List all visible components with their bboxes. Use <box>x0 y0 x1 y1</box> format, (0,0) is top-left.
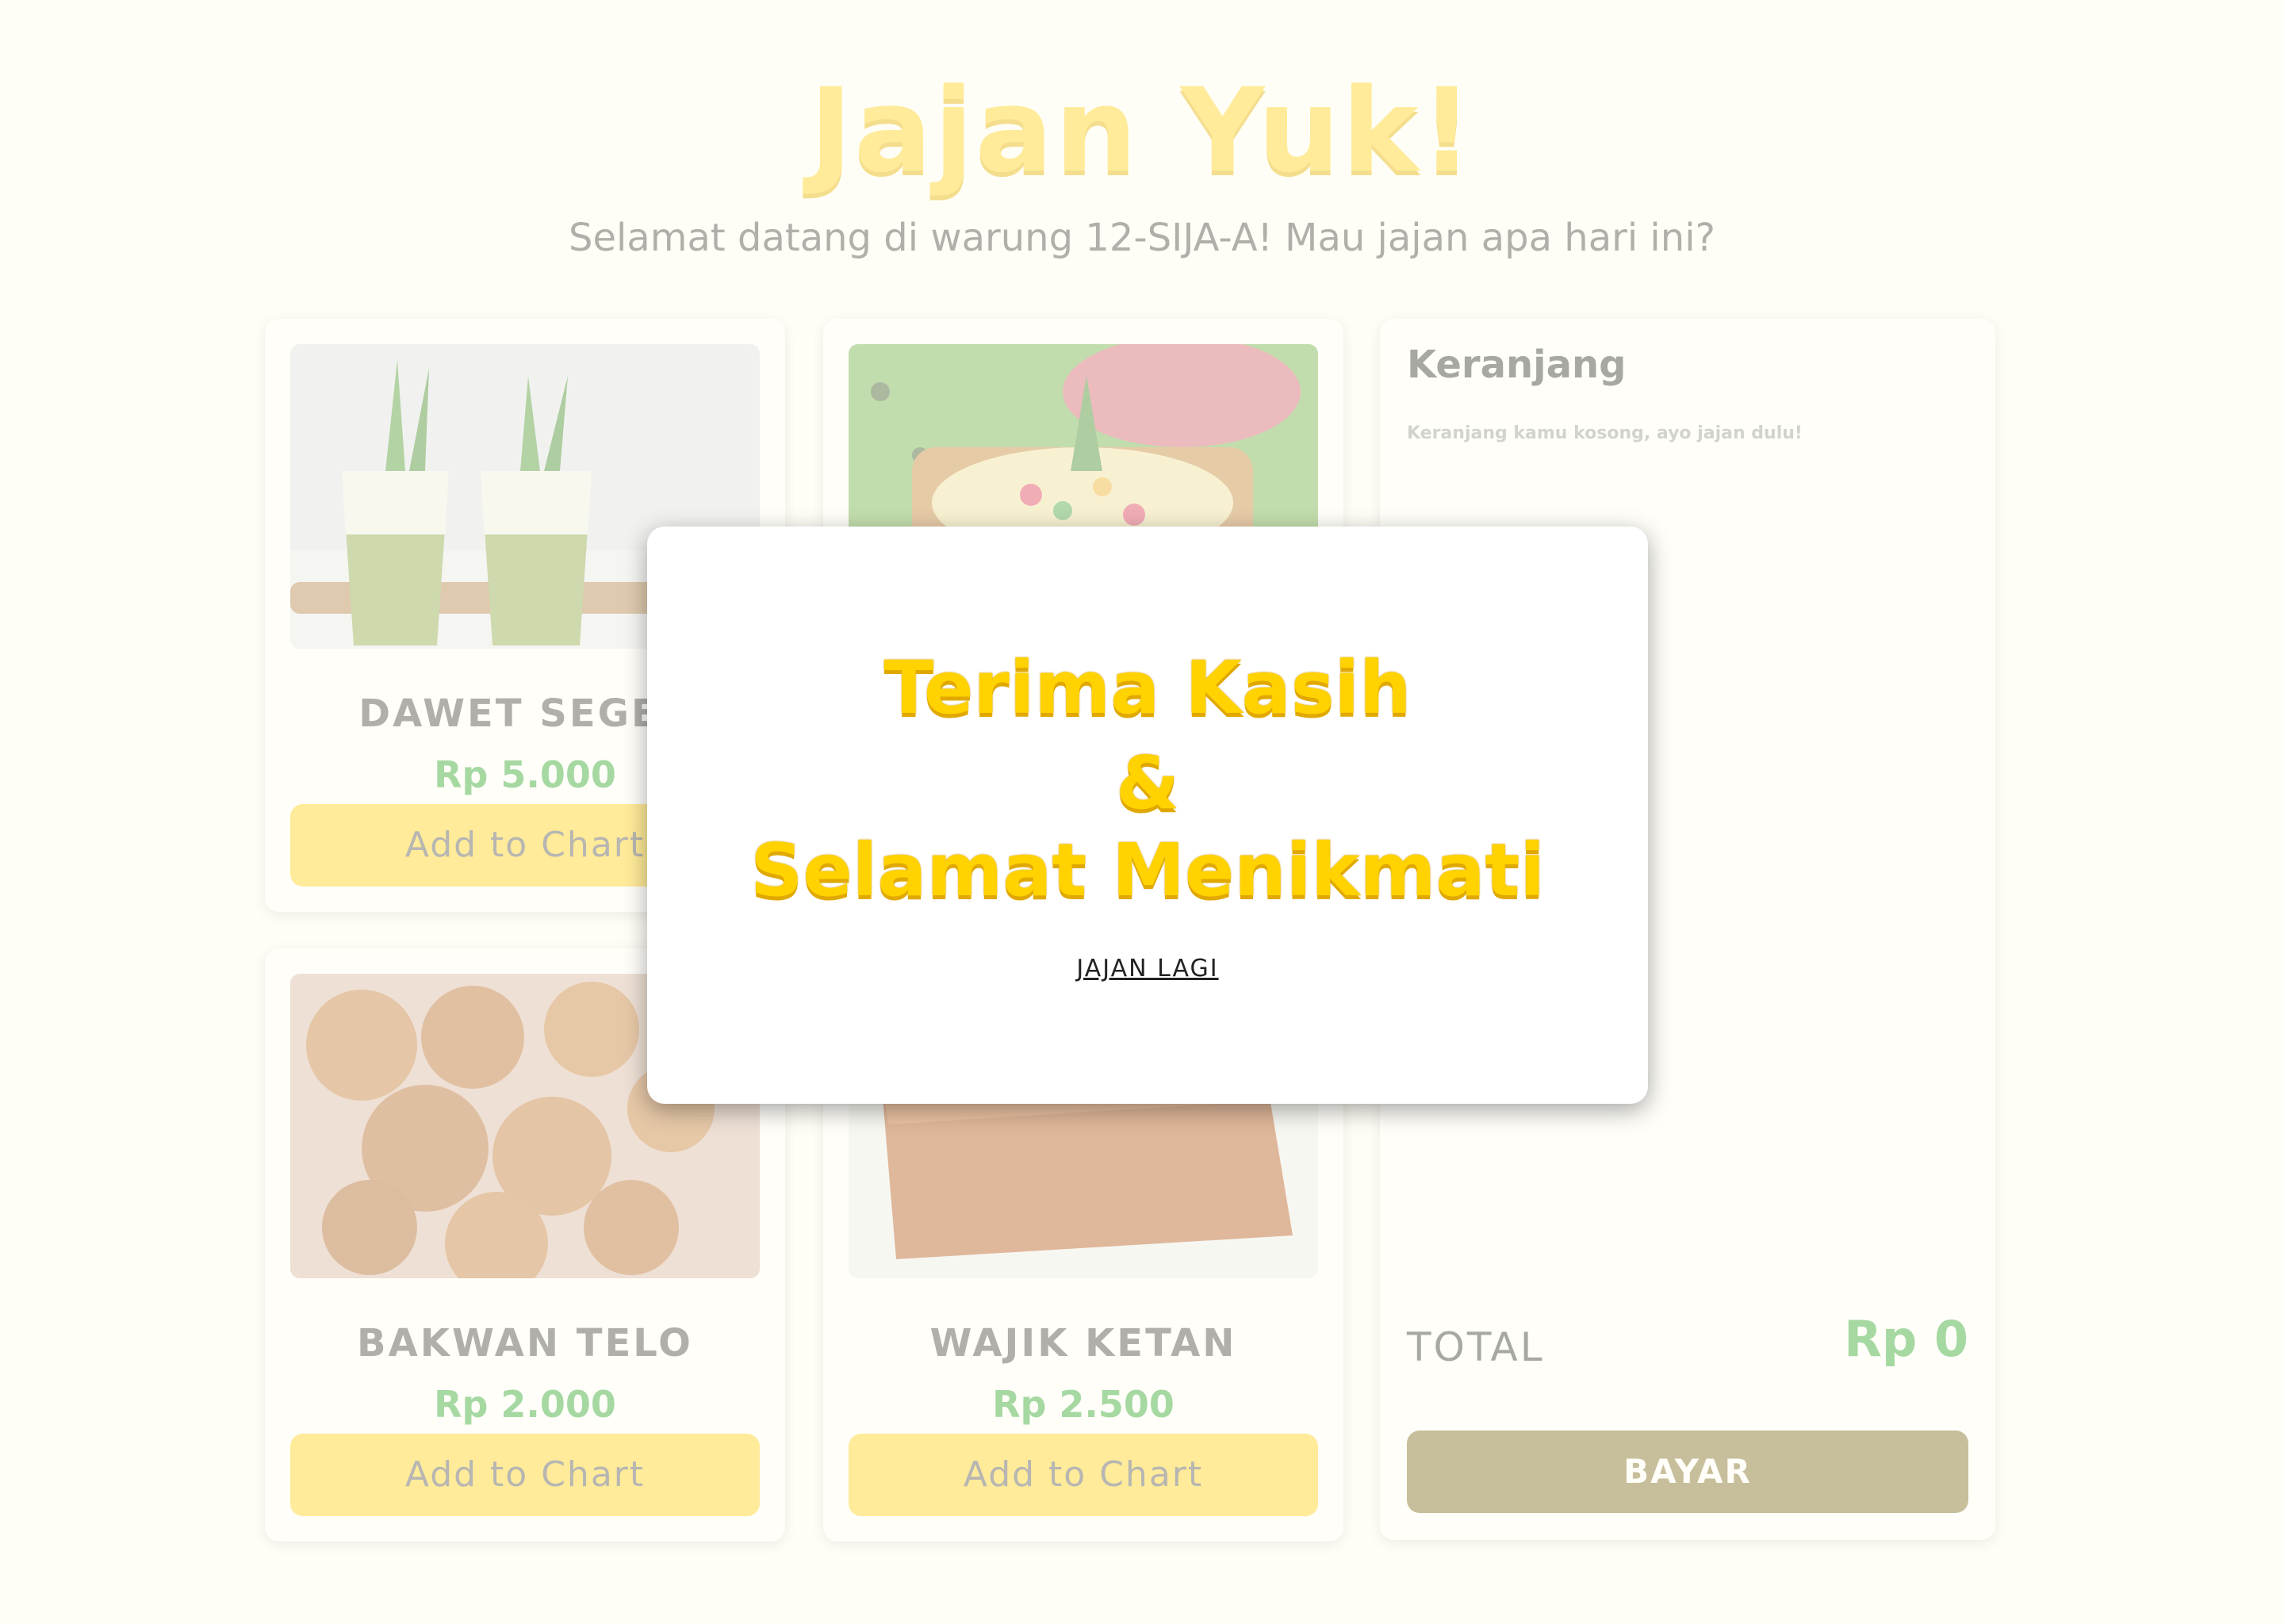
pay-button[interactable]: BAYAR <box>1407 1431 1968 1513</box>
thank-you-modal: Terima Kasih & Selamat Menikmati JAJAN L… <box>647 527 1648 1104</box>
add-to-cart-button[interactable]: Add to Chart <box>849 1434 1318 1516</box>
cart-title: Keranjang <box>1407 343 1627 387</box>
modal-thanks-line: Terima Kasih <box>883 645 1412 730</box>
welcome-subtitle: Selamat datang di warung 12-SIJA-A! Mau … <box>569 216 1715 260</box>
product-name: BAKWAN TELO <box>357 1321 693 1365</box>
add-to-cart-button[interactable]: Add to Chart <box>290 1434 760 1516</box>
total-value: Rp 0 <box>1844 1310 1968 1368</box>
modal-ampersand: & <box>1115 741 1180 825</box>
product-price: Rp 2.000 <box>434 1383 616 1426</box>
shop-again-link-wrap: JAJAN LAGI <box>647 955 1648 982</box>
product-price: Rp 2.500 <box>992 1383 1175 1426</box>
shop-again-link[interactable]: JAJAN LAGI <box>1076 955 1218 982</box>
cart-empty-message: Keranjang kamu kosong, ayo jajan dulu! <box>1407 423 1803 443</box>
modal-enjoy-line: Selamat Menikmati <box>750 828 1545 913</box>
page-title: Jajan Yuk! <box>809 63 1475 198</box>
total-label: TOTAL <box>1407 1324 1545 1370</box>
product-name: WAJIK KETAN <box>929 1321 1237 1365</box>
